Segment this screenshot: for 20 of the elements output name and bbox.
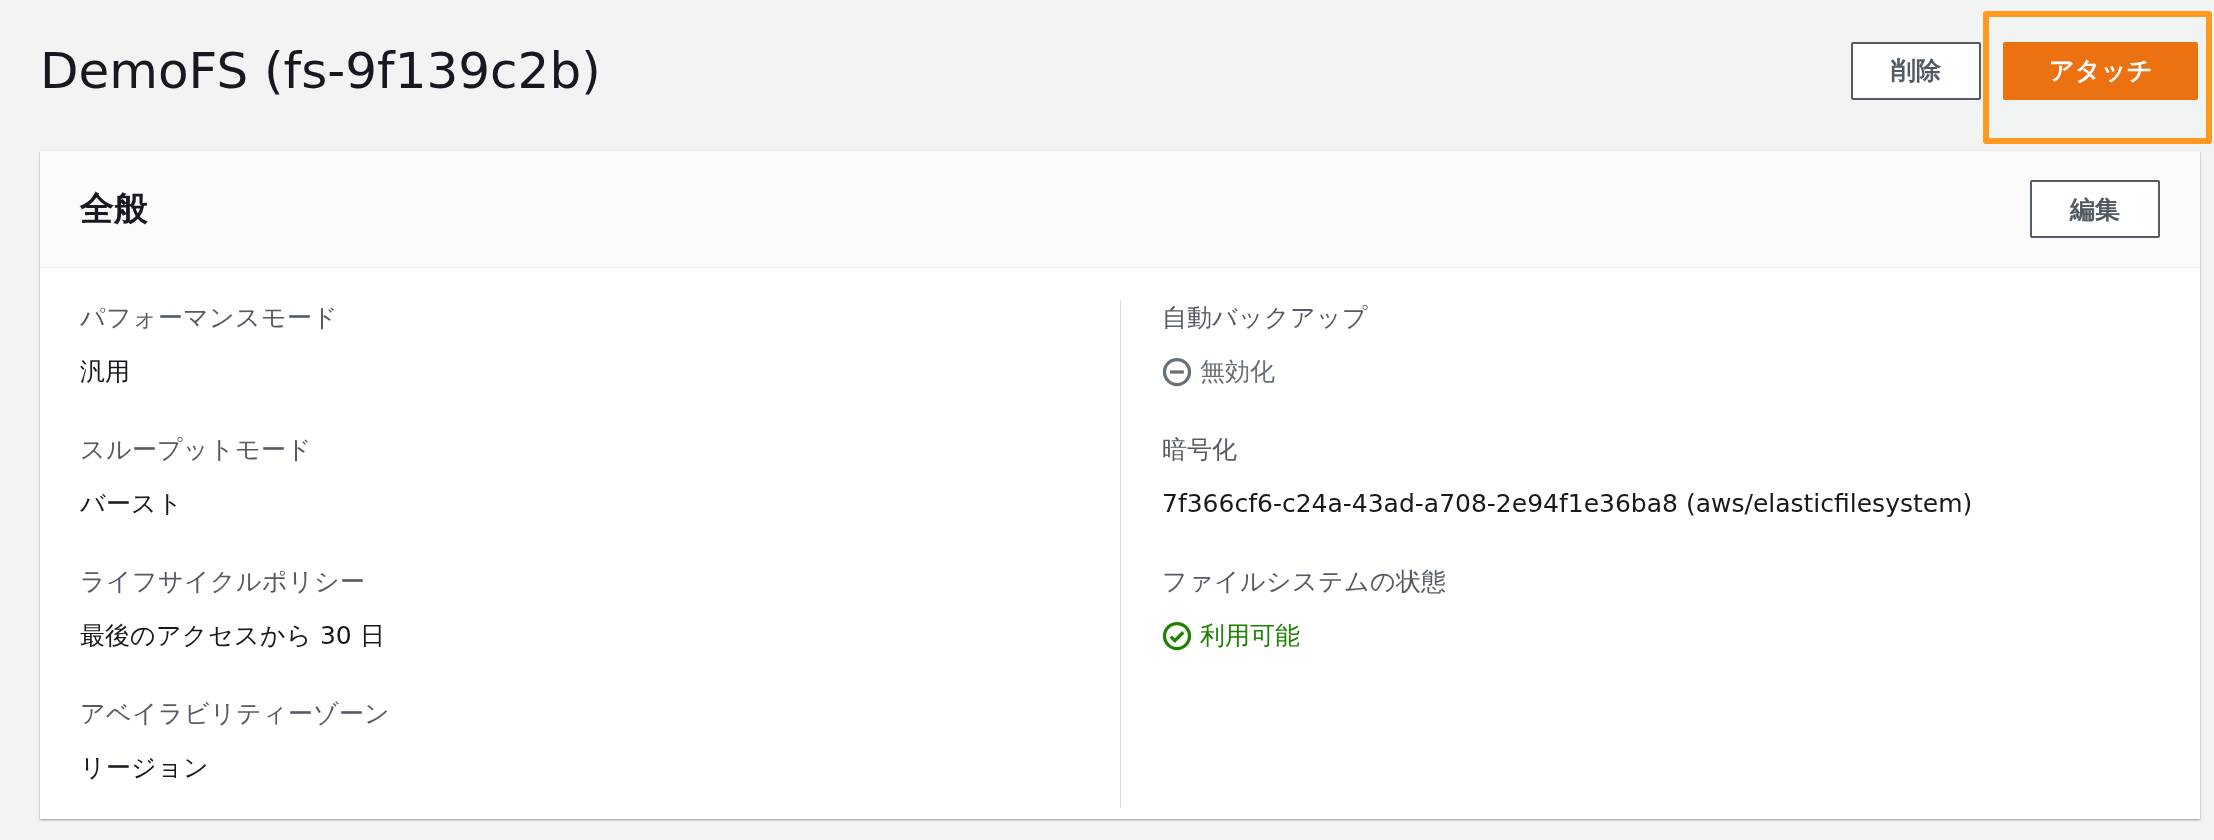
- check-circle-icon: [1162, 621, 1192, 651]
- field-value: 汎用: [80, 356, 131, 388]
- edit-button[interactable]: 編集: [2030, 180, 2160, 238]
- field-value: 7f366cf6-c24a-43ad-a708-2e94f1e36ba8 (aws/elasticfilesystem): [1162, 488, 1973, 520]
- minus-circle-icon: [1162, 357, 1192, 387]
- field-value: 利用可能: [1200, 620, 1300, 652]
- field-label: アベイラビリティーゾーン: [80, 698, 391, 730]
- action-button[interactable]: 削除: [1851, 41, 1981, 100]
- field-label: パフォーマンスモード: [80, 302, 339, 334]
- field-value: リージョン: [80, 752, 210, 784]
- field-label: スループットモード: [80, 434, 313, 466]
- field-label: ライフサイクルポリシー: [80, 566, 366, 598]
- field-value: バースト: [80, 488, 184, 520]
- section-title: 全般: [80, 187, 148, 230]
- field-label: 暗号化: [1162, 434, 1238, 466]
- field-value: 最後のアクセスから 30 日: [80, 620, 386, 652]
- page-title: DemoFS (fs-9f139c2b): [40, 41, 601, 100]
- field-label: ファイルシステムの状態: [1162, 566, 1447, 598]
- field-value: 無効化: [1200, 356, 1275, 388]
- field-label: 自動バックアップ: [1162, 302, 1369, 334]
